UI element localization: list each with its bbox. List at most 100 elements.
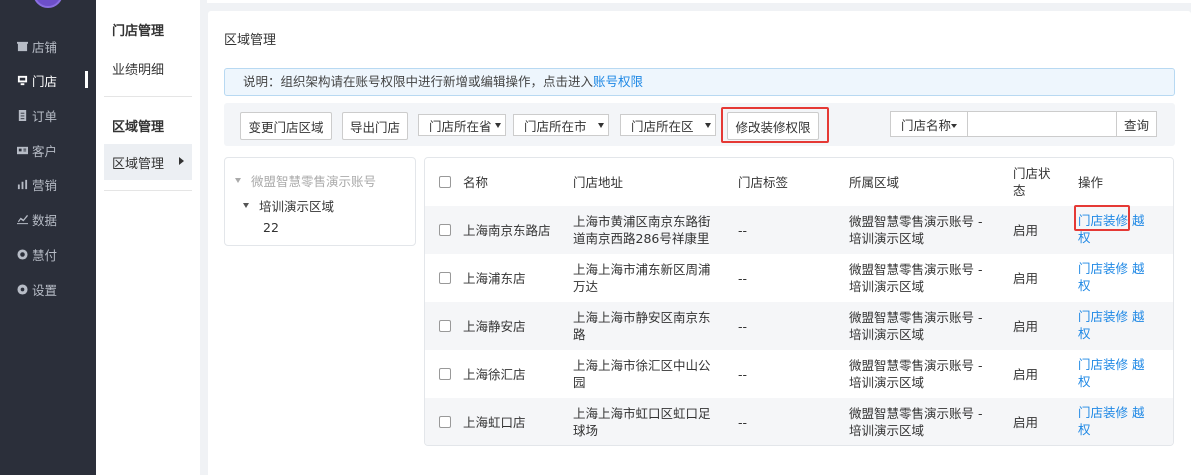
row-checkbox[interactable] [439,254,451,302]
city-select-value: 门店所在市 [524,118,587,134]
brand-logo [33,0,63,8]
customer-icon [16,144,28,156]
caret-right-icon [179,157,184,165]
column-header-region: 所属区域 [849,174,900,190]
tree-node-root[interactable]: 微盟智慧零售演示账号 [235,171,376,190]
nav-item-data[interactable]: 数据 [0,207,96,231]
table-row: 上海浦东店 上海上海市浦东新区周浦万达 -- 微盟智慧零售演示账号 - 培训演示… [425,254,1173,302]
tree-node-training-region[interactable]: 培训演示区域 [243,196,334,215]
table-row: 上海虹口店 上海上海市虹口区虹口足球场 -- 微盟智慧零售演示账号 - 培训演示… [425,398,1173,445]
store-address: 上海上海市虹口区虹口足球场 [573,406,711,438]
city-select[interactable]: 门店所在市 [513,114,609,136]
filter-toolbar: 变更门店区域 导出门店 门店所在省 门店所在市 门店所在区 修改装修权限 门店名… [224,103,1175,146]
chevron-down-icon [598,123,604,128]
district-select[interactable]: 门店所在区 [620,114,716,136]
store-decoration-link[interactable]: 门店装修 [1078,405,1128,420]
column-header-address: 门店地址 [573,174,624,190]
store-region: 微盟智慧零售演示账号 - 培训演示区域 [849,310,983,342]
store-decoration-link[interactable]: 门店装修 [1078,261,1128,276]
region-tree: 微盟智慧零售演示账号 培训演示区域 22 [224,157,416,246]
nav-item-label: 设置 [32,282,58,298]
store-name: 上海南京东路店 [463,222,551,238]
subnav-item-label: 区域管理 [112,156,165,172]
nav-item-label: 店铺 [32,39,58,55]
subnav-item-performance[interactable]: 业绩明细 [112,59,164,78]
nav-item-customer[interactable]: 客户 [0,138,96,162]
column-header-name: 名称 [463,174,489,190]
nav-item-marketing[interactable]: 营销 [0,172,96,196]
store-decoration-link[interactable]: 门店装修 [1078,309,1128,324]
chevron-down-icon [495,123,501,128]
subnav-divider [104,96,192,97]
store-tags: -- [738,222,748,238]
store-region: 微盟智慧零售演示账号 - 培训演示区域 [849,406,983,438]
column-header-ops: 操作 [1078,174,1104,190]
store-region: 微盟智慧零售演示账号 - 培训演示区域 [849,214,983,246]
column-header-status: 门店状态 [1013,166,1051,198]
store-address: 上海上海市静安区南京东路 [573,310,711,342]
nav-item-label: 数据 [32,212,58,228]
select-all-checkbox[interactable] [439,158,451,206]
nav-item-settings[interactable]: 设置 [0,277,96,301]
store-region: 微盟智慧零售演示账号 - 培训演示区域 [849,262,983,294]
tree-node-label: 微盟智慧零售演示账号 [251,174,377,189]
nav-item-label: 营销 [32,177,58,193]
nav-item-label: 订单 [32,108,58,124]
subnav-group-region-management: 区域管理 [112,120,165,135]
province-select[interactable]: 门店所在省 [418,114,506,136]
store-tags: -- [738,366,748,382]
marketing-icon [16,178,28,190]
search-button[interactable]: 查询 [1116,111,1157,137]
notice-banner: 说明：组织架构请在账号权限中进行新增或编辑操作，点击进入账号权限 [224,68,1175,96]
account-permission-link[interactable]: 账号权限 [593,74,643,89]
row-actions: 门店装修 越权 [1078,350,1148,398]
highlight-box [1074,205,1130,231]
caret-down-icon [243,203,249,208]
caret-down-icon [235,178,241,183]
store-tags: -- [738,318,748,334]
row-checkbox[interactable] [439,398,451,445]
shop-icon [16,40,28,52]
store-table: 名称 门店地址 门店标签 所属区域 门店状态 操作 上海南京东路店 上海市黄浦区… [424,157,1174,446]
column-header-tags: 门店标签 [738,174,789,190]
nav-item-store[interactable]: 门店 [0,68,96,92]
search-type-value: 门店名称 [901,117,952,133]
search-input[interactable] [968,111,1116,137]
export-stores-button[interactable]: 导出门店 [342,112,408,140]
store-status: 启用 [1013,318,1039,334]
store-decoration-link[interactable]: 门店装修 [1078,357,1128,372]
row-checkbox[interactable] [439,302,451,350]
change-store-region-button[interactable]: 变更门店区域 [240,112,332,140]
nav-item-shop[interactable]: 店铺 [0,34,96,58]
store-address: 上海上海市徐汇区中山公园 [573,358,711,390]
nav-item-label: 慧付 [32,247,58,263]
table-row: 上海南京东路店 上海市黄浦区南京东路街道南京西路286号祥康里 -- 微盟智慧零… [425,206,1173,254]
nav-item-label: 客户 [32,143,58,159]
chevron-down-icon [951,124,957,128]
notice-text: 说明：组织架构请在账号权限中进行新增或编辑操作，点击进入 [243,74,594,89]
store-status: 启用 [1013,366,1039,382]
store-status: 启用 [1013,414,1039,430]
store-name: 上海静安店 [463,318,526,334]
settings-icon [16,283,28,295]
store-name: 上海徐汇店 [463,366,526,382]
row-checkbox[interactable] [439,350,451,398]
row-checkbox[interactable] [439,206,451,254]
subnav-divider [104,190,192,191]
search-type-dropdown[interactable]: 门店名称 [890,111,968,137]
main-sidebar: 店铺 门店 订单 客户 营销 数据 慧付 设置 [0,0,96,475]
nav-item-label: 门店 [32,73,58,89]
nav-item-order[interactable]: 订单 [0,103,96,127]
sub-navigation: 门店管理 业绩明细 区域管理 区域管理 [96,0,200,475]
main-panel: 区域管理 说明：组织架构请在账号权限中进行新增或编辑操作，点击进入账号权限 变更… [208,11,1191,475]
pay-icon [16,248,28,260]
nav-item-pay[interactable]: 慧付 [0,242,96,266]
search-group: 门店名称 查询 [890,111,1157,137]
subnav-item-region-management[interactable]: 区域管理 [104,144,192,180]
district-select-value: 门店所在区 [631,118,694,134]
row-actions: 门店装修 越权 [1078,398,1148,445]
table-header: 名称 门店地址 门店标签 所属区域 门店状态 操作 [425,158,1173,206]
page-title: 区域管理 [224,33,277,48]
tree-node-22[interactable]: 22 [263,220,279,235]
chevron-down-icon [705,123,711,128]
